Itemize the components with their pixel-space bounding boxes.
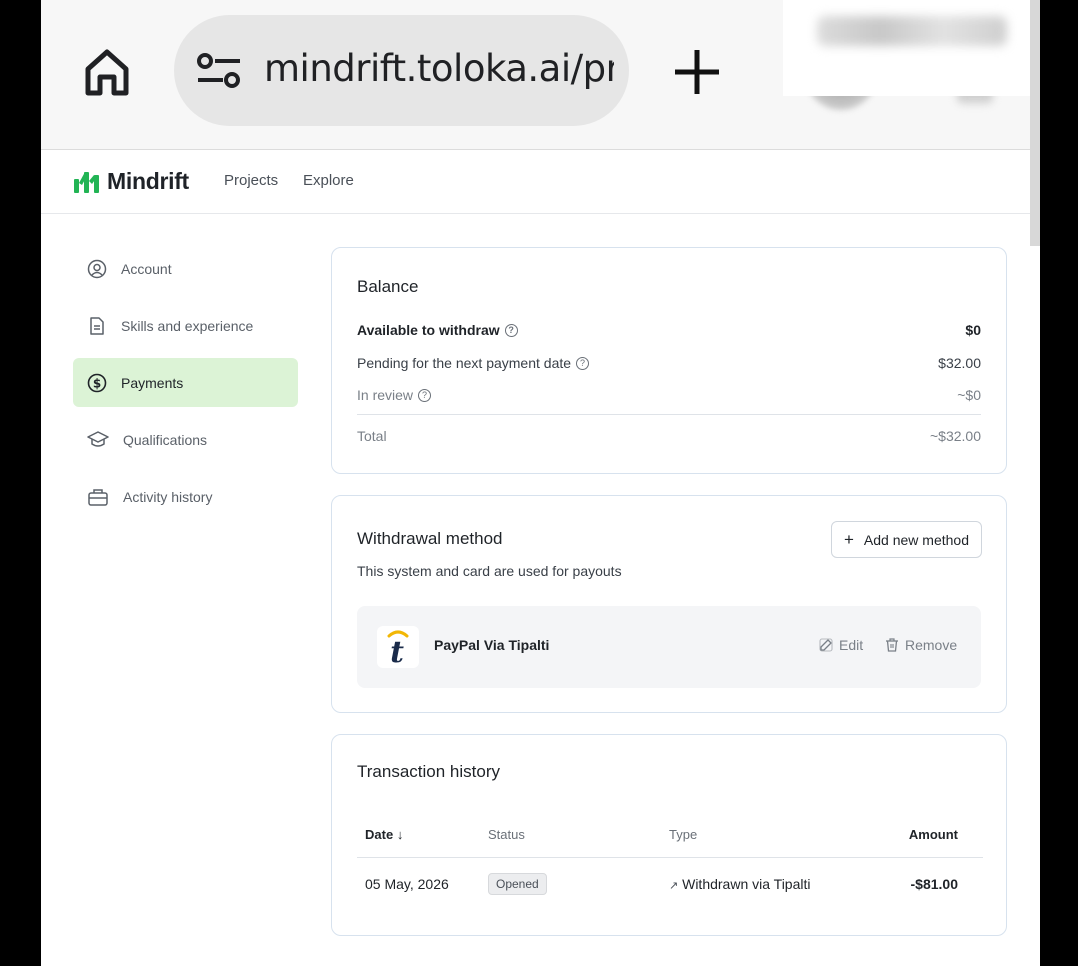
new-tab-plus-icon[interactable] <box>671 46 723 98</box>
trash-icon <box>886 638 898 652</box>
sidebar-item-label: Payments <box>121 374 184 391</box>
help-icon[interactable]: ? <box>418 388 432 402</box>
column-amount: Amount <box>861 813 983 858</box>
mindrift-logo-icon <box>74 171 99 193</box>
document-icon <box>90 316 104 335</box>
row-value: ~$32.00 <box>930 428 981 444</box>
edit-icon <box>819 638 833 652</box>
row-label: In review <box>357 387 414 403</box>
help-icon[interactable]: ? <box>576 356 590 370</box>
tipalti-logo-icon: t <box>377 626 419 670</box>
row-value: $0 <box>965 322 981 338</box>
nav-explore[interactable]: Explore <box>303 172 354 189</box>
edit-button[interactable]: Edit <box>819 637 863 653</box>
row-value: ~$0 <box>957 387 981 403</box>
address-bar[interactable]: mindrift.toloka.ai/prc <box>174 15 629 126</box>
sidebar-item-label: Activity history <box>123 488 213 505</box>
remove-button[interactable]: Remove <box>885 637 957 653</box>
withdrawal-method-card: Withdrawal method This system and card a… <box>331 495 1007 713</box>
payment-method-name: PayPal Via Tipalti <box>434 637 550 653</box>
column-status: Status <box>480 813 661 858</box>
sidebar-item-payments[interactable]: $ Payments <box>73 358 298 407</box>
sidebar-item-skills[interactable]: Skills and experience <box>73 301 298 350</box>
divider <box>357 414 981 415</box>
nav-projects[interactable]: Projects <box>224 172 278 189</box>
svg-text:t: t <box>390 635 404 668</box>
dollar-circle-icon: $ <box>87 373 107 392</box>
tx-date: 05 May, 2026 <box>365 876 449 893</box>
withdrawal-subtitle: This system and card are used for payout… <box>357 563 622 579</box>
site-settings-icon[interactable] <box>196 51 242 91</box>
transactions-table: Date ↓ Status Type Amount 05 May, 2026 O… <box>357 813 983 911</box>
table-row[interactable]: 05 May, 2026 Opened ↗ Withdrawn via Tipa… <box>357 857 983 911</box>
row-label: Total <box>357 428 387 444</box>
home-icon <box>85 49 129 96</box>
browser-window: mindrift.toloka.ai/prc Mindrift Projects… <box>41 0 1040 966</box>
sidebar-item-activity[interactable]: Activity history <box>73 472 298 521</box>
remove-label: Remove <box>905 637 958 653</box>
window-edge <box>1030 0 1040 246</box>
help-icon[interactable]: ? <box>504 323 518 337</box>
sidebar-item-label: Skills and experience <box>121 317 254 334</box>
sidebar-item-label: Qualifications <box>123 431 208 448</box>
app-header: Mindrift Projects Explore <box>41 150 1040 214</box>
graduation-cap-icon <box>87 430 109 447</box>
url-text[interactable]: mindrift.toloka.ai/prc <box>264 47 614 90</box>
sidebar-item-qualifications[interactable]: Qualifications <box>73 415 298 464</box>
transaction-history-card: Transaction history Date ↓ Status Type A… <box>331 734 1007 936</box>
row-value: $32.00 <box>938 355 981 371</box>
blurred-user-info <box>817 16 1007 46</box>
sort-down-arrow-icon: ↓ <box>396 827 404 843</box>
briefcase-icon <box>88 488 108 506</box>
sidebar-item-account[interactable]: Account <box>73 244 298 293</box>
balance-row-in-review: In review? ~$0 <box>357 384 981 406</box>
row-label: Pending for the next payment date <box>357 355 572 371</box>
sidebar-item-label: Account <box>121 260 172 277</box>
row-label: Available to withdraw <box>357 322 500 338</box>
edit-label: Edit <box>839 637 864 653</box>
balance-row-available: Available to withdraw? $0 <box>357 319 981 341</box>
settings-sidebar: Account Skills and experience $ Payments… <box>73 244 298 529</box>
withdrawal-title: Withdrawal method <box>357 529 503 548</box>
balance-title: Balance <box>357 277 419 296</box>
tx-amount: -$81.00 <box>910 876 958 893</box>
user-circle-icon <box>87 259 107 278</box>
column-type: Type <box>661 813 861 858</box>
brand-logo[interactable]: Mindrift <box>73 168 189 195</box>
column-date[interactable]: Date ↓ <box>357 813 480 858</box>
balance-row-total: Total ~$32.00 <box>357 425 981 447</box>
header-user-area[interactable] <box>783 0 1040 96</box>
tx-type: Withdrawn via Tipalti <box>682 876 811 893</box>
status-badge: Opened <box>488 873 547 896</box>
transaction-history-title: Transaction history <box>357 762 500 781</box>
table-header-row: Date ↓ Status Type Amount <box>357 813 983 858</box>
payment-method-item: t PayPal Via Tipalti Edit Remove <box>357 606 981 688</box>
add-button-label: Add new method <box>863 531 969 548</box>
balance-row-pending: Pending for the next payment date? $32.0… <box>357 352 981 374</box>
arrow-up-right-icon: ↗ <box>669 880 679 893</box>
home-button[interactable] <box>79 44 135 100</box>
svg-text:$: $ <box>93 376 101 390</box>
plus-icon: + <box>843 530 854 549</box>
brand-name: Mindrift <box>107 168 189 194</box>
add-new-method-button[interactable]: + Add new method <box>830 521 982 558</box>
balance-card: Balance Available to withdraw? $0 Pendin… <box>331 247 1007 474</box>
